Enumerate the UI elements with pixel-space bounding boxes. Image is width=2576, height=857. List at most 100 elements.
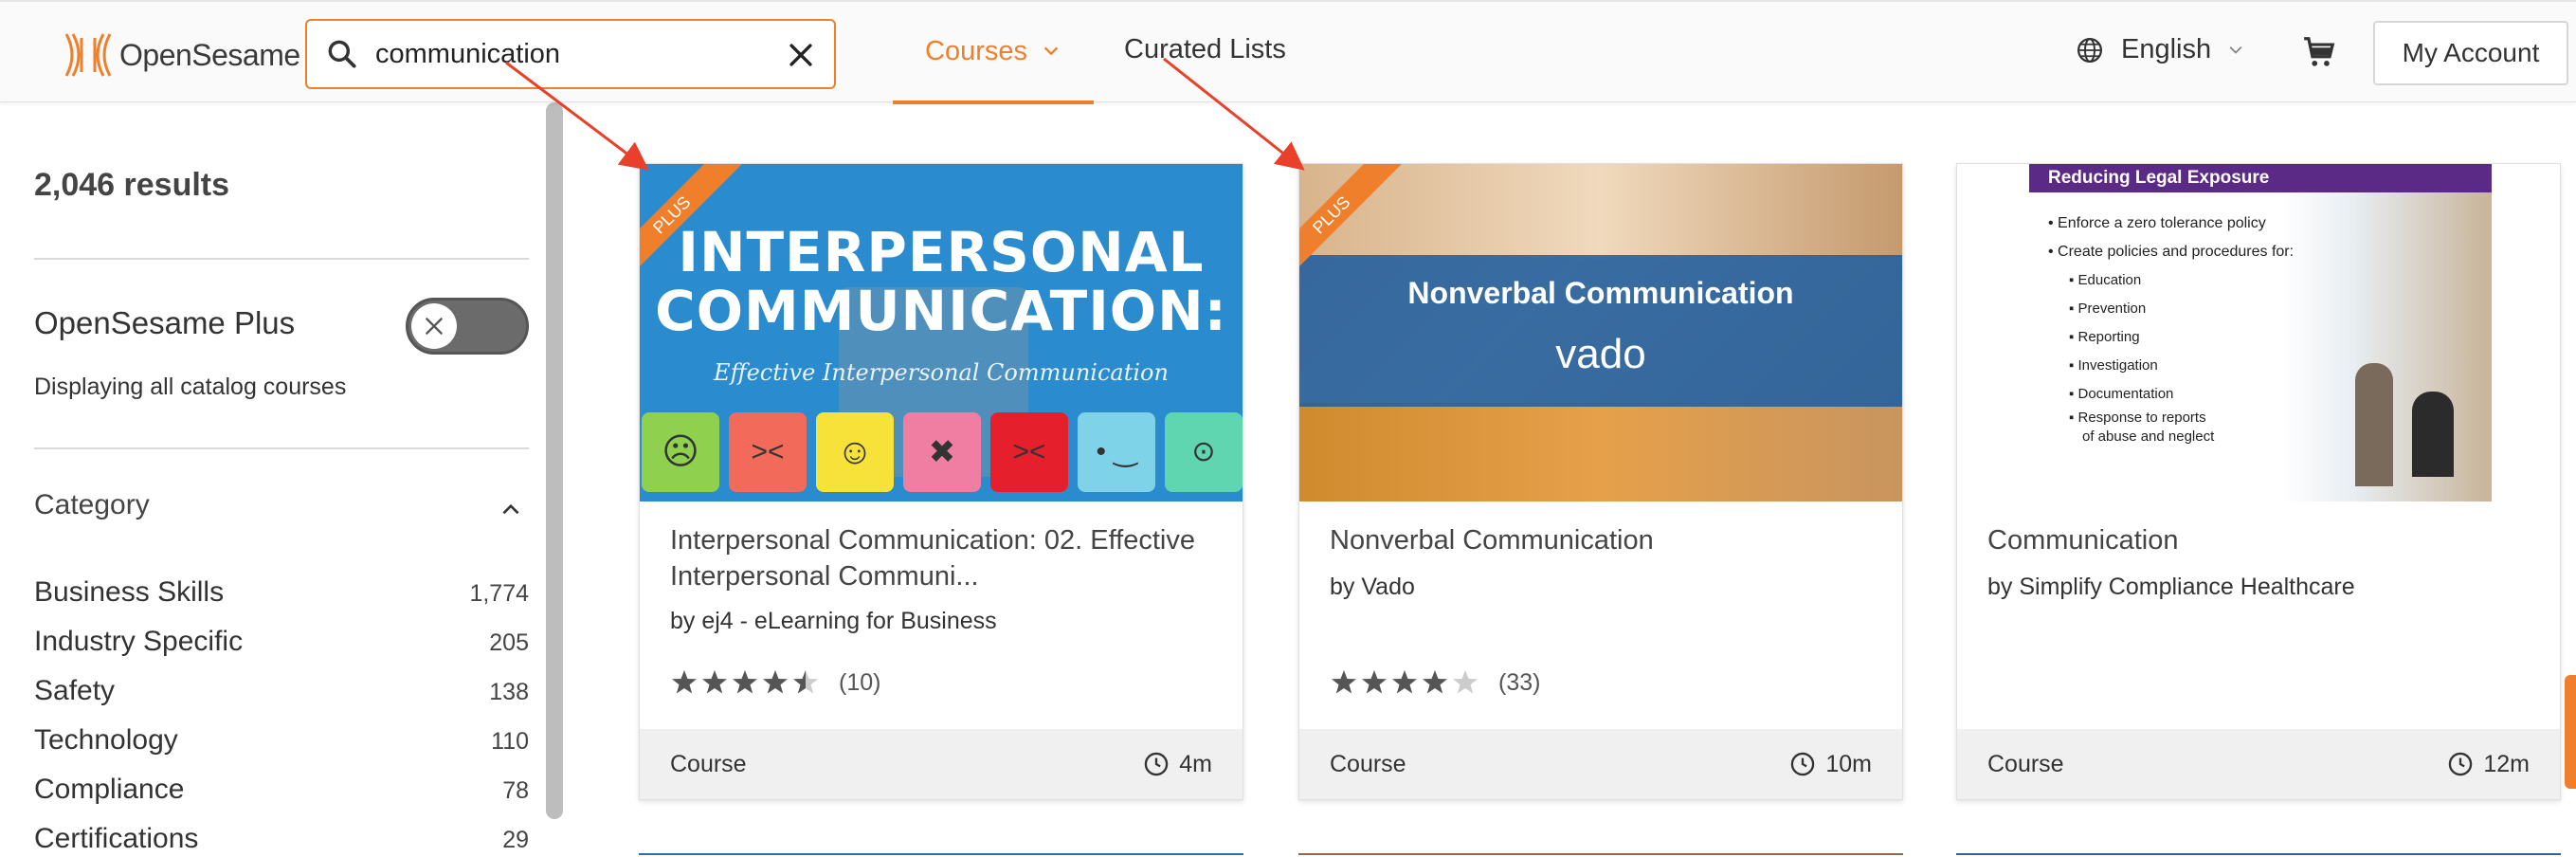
- course-card[interactable]: Reducing Legal Exposure • Enforce a zero…: [1956, 163, 2561, 800]
- bullet-text: Create policies and procedures for:: [2058, 244, 2295, 260]
- category-item-industry-specific[interactable]: Industry Specific 205: [34, 626, 529, 658]
- thumbnail-brand: vado: [1555, 331, 1646, 377]
- category-name: Industry Specific: [34, 626, 244, 657]
- bullet-text: Enforce a zero tolerance policy: [2058, 215, 2266, 231]
- bullet-text: Response to reports: [2077, 410, 2206, 426]
- nav-courses-label: Courses: [925, 35, 1027, 66]
- clock-icon: [2449, 752, 2473, 776]
- course-type: Course: [1330, 750, 1406, 777]
- course-title[interactable]: Nonverbal Communication: [1330, 522, 1874, 558]
- category-name: Business Skills: [34, 576, 225, 608]
- next-row-card-edge: [1956, 853, 2561, 855]
- logo-icon: [64, 33, 112, 77]
- chevron-down-icon: [1043, 46, 1059, 56]
- top-navigation-bar: OpenSesame Courses Curated Lists English: [0, 0, 2576, 104]
- globe-icon: [2077, 37, 2102, 63]
- course-duration: 10m: [1789, 751, 1872, 778]
- course-provider: by ej4 - eLearning for Business: [670, 608, 997, 634]
- star-rating: (10): [670, 668, 880, 697]
- my-account-button[interactable]: My Account: [2373, 21, 2568, 85]
- course-type: Course: [1987, 750, 2064, 777]
- course-thumbnail: INTERPERSONAL COMMUNICATION: Effective I…: [640, 164, 1243, 501]
- feedback-tab[interactable]: [2565, 675, 2576, 789]
- close-icon: [426, 318, 443, 335]
- category-item-safety[interactable]: Safety 138: [34, 675, 529, 707]
- bullet-text: Documentation: [2077, 386, 2174, 402]
- course-thumbnail: Nonverbal Communication vado PLUS: [1299, 164, 1902, 501]
- course-type: Course: [670, 750, 747, 777]
- course-thumbnail: Reducing Legal Exposure • Enforce a zero…: [1957, 164, 2560, 501]
- toggle-knob: [411, 303, 457, 349]
- duration-label: 4m: [1179, 750, 1212, 777]
- thumbnail-heading: Reducing Legal Exposure: [2029, 164, 2492, 192]
- search-input[interactable]: [375, 38, 773, 70]
- chevron-down-icon: [2229, 46, 2242, 54]
- search-icon: [328, 40, 356, 68]
- language-selector[interactable]: English: [2076, 34, 2245, 65]
- category-item-business-skills[interactable]: Business Skills 1,774: [34, 576, 529, 609]
- category-item-certifications[interactable]: Certifications 29: [34, 823, 529, 855]
- thumbnail-figure: [2412, 392, 2454, 477]
- cart-icon[interactable]: [2301, 34, 2337, 70]
- nav-curated-lists[interactable]: Curated Lists: [1124, 34, 1286, 65]
- thumbnail-banner: Nonverbal Communication vado: [1299, 255, 1902, 407]
- category-count: 29: [502, 827, 529, 853]
- plus-badge: PLUS: [1299, 164, 1402, 266]
- chevron-up-icon[interactable]: [499, 497, 523, 521]
- category-item-compliance[interactable]: Compliance 78: [34, 774, 529, 806]
- category-name: Safety: [34, 675, 116, 706]
- course-card-footer: Course 10m: [1299, 729, 1902, 799]
- plus-subtitle: Displaying all catalog courses: [34, 374, 347, 400]
- sidebar-scrollbar[interactable]: [546, 102, 563, 819]
- category-heading[interactable]: Category: [34, 489, 150, 521]
- bullet-text: Investigation: [2077, 357, 2158, 374]
- course-card[interactable]: INTERPERSONAL COMMUNICATION: Effective I…: [639, 163, 1243, 800]
- star-rating: (33): [1330, 668, 1540, 697]
- category-name: Compliance: [34, 774, 185, 805]
- divider: [34, 258, 529, 260]
- opensesame-logo[interactable]: OpenSesame: [61, 30, 300, 80]
- course-card-footer: Course 4m: [640, 729, 1243, 799]
- clear-search-icon[interactable]: [785, 39, 817, 71]
- course-provider: by Vado: [1330, 574, 1415, 600]
- bullet-text: of abuse and neglect: [2082, 428, 2215, 445]
- review-count: (33): [1498, 668, 1541, 696]
- review-count: (10): [839, 668, 881, 696]
- next-row-card-edge: [1298, 853, 1903, 855]
- course-title[interactable]: Interpersonal Communication: 02. Effecti…: [670, 522, 1214, 594]
- course-card[interactable]: Nonverbal Communication vado PLUS Nonver…: [1298, 163, 1903, 800]
- course-card-footer: Course 12m: [1957, 729, 2560, 799]
- divider: [34, 447, 529, 449]
- thumbnail-subtitle: Effective Interpersonal Communication: [714, 359, 1169, 386]
- bullet-text: Prevention: [2077, 301, 2147, 317]
- thumbnail-bullet: • Enforce a zero tolerance policy: [2048, 215, 2266, 231]
- course-provider: by Simplify Compliance Healthcare: [1987, 574, 2355, 600]
- thumbnail-figure: [2355, 363, 2393, 486]
- category-count: 205: [489, 629, 529, 656]
- plus-badge: PLUS: [640, 164, 742, 266]
- thumbnail-title-line: COMMUNICATION:: [655, 279, 1227, 343]
- duration-label: 12m: [2483, 750, 2530, 777]
- search-box[interactable]: [305, 19, 836, 89]
- nav-courses-tab[interactable]: Courses: [893, 2, 1094, 104]
- category-item-technology[interactable]: Technology 110: [34, 724, 529, 757]
- category-name: Technology: [34, 724, 178, 756]
- opensesame-plus-toggle[interactable]: [406, 298, 529, 355]
- category-count: 1,774: [469, 580, 529, 607]
- category-count: 78: [502, 777, 529, 804]
- category-name: Certifications: [34, 823, 199, 854]
- course-duration: 12m: [2447, 751, 2530, 778]
- emoji-row: ☹ >< ☺ ✖ >< • ‿ ⊙: [640, 412, 1243, 501]
- rating-stars-icon: [1332, 670, 1478, 694]
- rating-stars-icon: [672, 670, 818, 694]
- clock-icon: [1791, 752, 1815, 776]
- thumbnail-bullets: • Enforce a zero tolerance policy • Crea…: [2048, 210, 2294, 447]
- logo-text: OpenSesame: [119, 37, 300, 72]
- thumbnail-title: Nonverbal Communication: [1407, 276, 1794, 310]
- bullet-text: Education: [2077, 272, 2142, 288]
- course-title[interactable]: Communication: [1987, 522, 2531, 558]
- next-row-card-edge: [639, 853, 1243, 855]
- category-count: 138: [489, 679, 529, 705]
- language-label: English: [2121, 34, 2212, 64]
- thumbnail-bullet: • Create policies and procedures for:: [2048, 244, 2295, 260]
